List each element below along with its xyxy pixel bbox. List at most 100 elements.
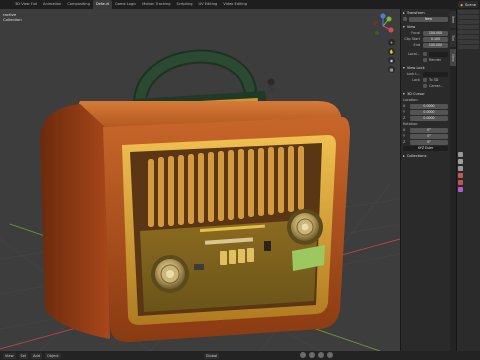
transform-orientation-select[interactable]: Global xyxy=(203,352,220,359)
snap-icon[interactable] xyxy=(318,352,324,358)
grid-icon[interactable]: ▦ xyxy=(388,66,395,73)
object-tab-icon[interactable] xyxy=(458,187,463,192)
rot-y-field[interactable]: 0° xyxy=(410,133,448,139)
outliner-row[interactable] xyxy=(458,20,479,24)
loc-x-field[interactable]: 0.0000 xyxy=(410,103,448,109)
scene-label: Scene xyxy=(465,2,476,7)
properties-editor xyxy=(456,9,480,351)
camera-icon[interactable]: ◉ xyxy=(388,57,395,64)
sidebar-n-panel: ▸ Transform New ▾ View Focal 100.000 Cli… xyxy=(400,9,450,351)
render-label: Render xyxy=(429,58,442,62)
outliner-row[interactable] xyxy=(458,10,479,14)
rot-z-row: Z 0° xyxy=(403,139,448,145)
local-camera-field[interactable] xyxy=(429,51,448,57)
view-tools: + ✋ ◉ ▦ xyxy=(388,39,395,73)
view-section: ▾ View Focal 100.000 Clip Start 0.100 En… xyxy=(401,23,450,64)
new-row: New xyxy=(403,16,448,22)
tab-video-editing[interactable]: Video Editing xyxy=(220,0,250,9)
new-checkbox[interactable] xyxy=(403,17,407,21)
render-checkbox[interactable] xyxy=(423,58,427,62)
render-row: Render xyxy=(403,57,448,63)
loc-z-field[interactable]: 0.0000 xyxy=(410,115,448,121)
tab-uv-editing[interactable]: UV Editing xyxy=(196,0,221,9)
zoom-icon[interactable]: + xyxy=(388,39,395,46)
tab-3d-view-full[interactable]: 3D View Full xyxy=(12,0,40,9)
lock-label: Lock xyxy=(412,78,420,82)
shading-buttons xyxy=(300,352,333,358)
scene-selector[interactable]: ◆ Scene xyxy=(458,1,478,8)
outliner-row[interactable] xyxy=(458,15,479,19)
outliner-row[interactable] xyxy=(458,40,479,44)
focal-label: Focal xyxy=(411,31,420,35)
topbar: 3D View Full Animation Compositing Defau… xyxy=(0,0,480,9)
select-menu[interactable]: Sel xyxy=(18,352,29,359)
tab-scripting[interactable]: Scripting xyxy=(174,0,196,9)
collections-section: ▸ Collections xyxy=(401,152,450,160)
topbar-right: ◆ Scene xyxy=(458,0,480,9)
rotation-mode-select[interactable]: XYZ Euler xyxy=(403,145,448,151)
expand-icon: ▾ xyxy=(403,66,405,70)
rotation-label: Rotation: xyxy=(403,122,419,126)
radio-knob-left[interactable] xyxy=(151,255,189,293)
collapse-icon: ▸ xyxy=(403,11,405,15)
tab-animation[interactable]: Animation xyxy=(40,0,64,9)
view-lock-section: ▾ View Lock Lock t... Lock To 3D Camer..… xyxy=(401,64,450,90)
output-tab-icon[interactable] xyxy=(458,166,463,171)
rot-y-label: Y xyxy=(403,134,406,138)
transform-label: Transform xyxy=(406,11,425,15)
clip-end-field[interactable]: 100.000 xyxy=(423,42,448,48)
outliner-row[interactable] xyxy=(458,25,479,29)
proportional-edit-icon[interactable] xyxy=(327,352,333,358)
focal-field[interactable]: 100.000 xyxy=(423,30,448,36)
camera-label: Camer... xyxy=(429,84,444,88)
hand-icon[interactable]: ✋ xyxy=(388,48,395,55)
tab-compositing[interactable]: Compositing xyxy=(64,0,93,9)
radio-model[interactable] xyxy=(40,49,350,343)
object-menu[interactable]: Object xyxy=(45,352,61,359)
view-menu[interactable]: View xyxy=(3,352,16,359)
lock-3d-label: To 3D xyxy=(429,78,439,82)
loc-z-label: Z xyxy=(403,116,406,120)
outliner-row[interactable] xyxy=(458,45,479,49)
cursor-section: ▾ 3D Cursor Location: X 0.0000 Y 0.0000 … xyxy=(401,90,450,152)
world-tab-icon[interactable] xyxy=(458,180,463,185)
blender-window: 3D View Full Animation Compositing Defau… xyxy=(0,0,480,360)
tab-default[interactable]: Default xyxy=(92,0,113,9)
local-camera-checkbox[interactable] xyxy=(423,52,427,56)
tab-motion-tracking[interactable]: Motion Tracking xyxy=(139,0,173,9)
lock-to-label: Lock t... xyxy=(406,72,420,76)
clip-start-field[interactable]: 0.100 xyxy=(423,36,448,42)
outliner-row[interactable] xyxy=(458,35,479,39)
scene-icon: ◆ xyxy=(460,2,464,7)
view-lock-label: View Lock xyxy=(406,66,425,70)
solid-shading-icon[interactable] xyxy=(309,352,315,358)
rot-z-field[interactable]: 0° xyxy=(410,139,448,145)
workspace-tabs: 3D View Full Animation Compositing Defau… xyxy=(0,0,250,9)
scene-tab-icon[interactable] xyxy=(458,173,463,178)
camera-checkbox[interactable] xyxy=(423,84,427,88)
rot-z-label: Z xyxy=(403,140,406,144)
wireframe-shading-icon[interactable] xyxy=(300,352,306,358)
3d-viewport[interactable]: ractive Collection + ✋ ◉ ▦ xyxy=(0,9,400,351)
render-tab-icon[interactable] xyxy=(458,159,463,164)
clip-end-row: End 100.000 xyxy=(403,42,448,48)
loc-z-row: Z 0.0000 xyxy=(403,115,448,121)
loc-y-row: Y 0.0000 xyxy=(403,109,448,115)
tool-tab-icon[interactable] xyxy=(458,152,463,157)
clip-start-label: Clip Start xyxy=(404,37,420,41)
viewport-info-text: ractive Collection xyxy=(3,12,22,22)
collections-header[interactable]: ▸ Collections xyxy=(403,153,448,159)
tab-game-logic[interactable]: Game Logic xyxy=(112,0,139,9)
expand-icon: ▾ xyxy=(403,25,405,29)
view-gizmo[interactable] xyxy=(370,13,396,39)
transform-section: ▸ Transform New xyxy=(401,9,450,23)
lock-3d-checkbox[interactable] xyxy=(423,78,427,82)
radio-knob-right[interactable] xyxy=(287,209,323,245)
add-menu[interactable]: Add xyxy=(31,352,42,359)
loc-y-field[interactable]: 0.0000 xyxy=(410,109,448,115)
rot-x-field[interactable]: 0° xyxy=(410,127,448,133)
rot-y-row: Y 0° xyxy=(403,133,448,139)
lock-to-field[interactable] xyxy=(423,71,448,77)
outliner-row[interactable] xyxy=(458,30,479,34)
new-button[interactable]: New xyxy=(409,16,448,22)
